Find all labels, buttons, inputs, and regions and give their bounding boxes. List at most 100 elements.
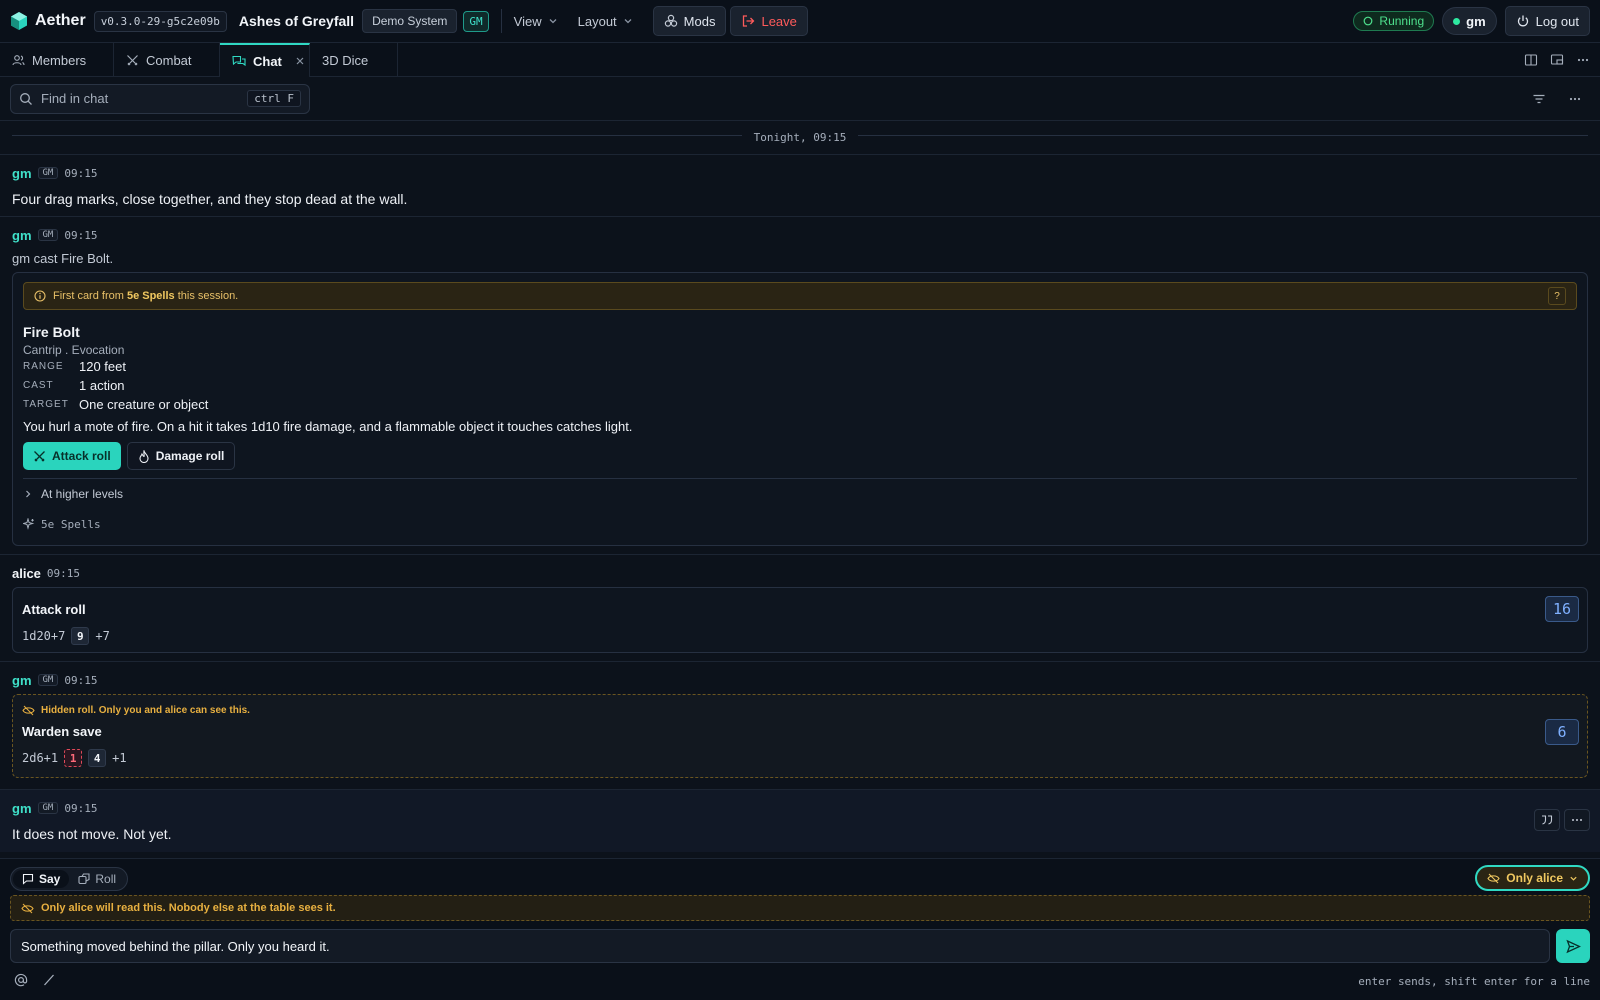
spell-card: First card from 5e Spells this session. … (12, 272, 1588, 546)
status-badge: Running (1353, 11, 1435, 31)
spell-description: You hurl a mote of fire. On a hit it tak… (23, 419, 633, 434)
damage-roll-label: Damage roll (155, 449, 225, 463)
prop-value: 120 feet (79, 359, 126, 374)
message-author[interactable]: alice (12, 566, 41, 581)
message-time: 09:15 (64, 801, 98, 815)
brand[interactable]: Aether (10, 11, 86, 31)
message-text: gm cast Fire Bolt. (12, 251, 114, 266)
prop-key: CAST (23, 380, 54, 391)
search-shortcut: ctrl F (247, 90, 301, 107)
formula-text: 2d6+1 (22, 751, 59, 765)
chevron-down-icon (548, 16, 558, 26)
user-name: gm (1466, 13, 1486, 29)
system-badge: Demo System (362, 9, 458, 33)
prop-value: One creature or object (79, 397, 209, 412)
chat-log[interactable]: Tonight, 09:15 gm GM 09:15 Four drag mar… (0, 121, 1600, 858)
eye-off-icon (21, 903, 34, 914)
composer-hint: enter sends, shift enter for a line (1358, 975, 1590, 988)
user-menu[interactable]: gm (1442, 7, 1497, 35)
tab-chat[interactable]: Chat (220, 43, 310, 77)
tab-label: Members (32, 52, 87, 68)
tab-members[interactable]: Members (0, 43, 114, 77)
power-icon (1516, 14, 1530, 28)
send-icon (1565, 939, 1581, 954)
leave-button[interactable]: Leave (730, 6, 808, 36)
hidden-roll-text: Hidden roll. Only you and alice can see … (41, 705, 250, 716)
roll-title: Warden save (22, 724, 102, 739)
damage-roll-button[interactable]: Damage roll (126, 442, 236, 470)
send-button[interactable] (1556, 929, 1590, 963)
role-badge: GM (37, 229, 59, 241)
swords-icon (33, 450, 46, 463)
first-card-notice: First card from 5e Spells this session. … (23, 282, 1577, 310)
mods-label: Mods (683, 13, 716, 29)
hidden-roll-note: Hidden roll. Only you and alice can see … (22, 705, 1579, 716)
say-mode-button[interactable]: Say (13, 870, 70, 888)
help-button[interactable]: ? (1548, 287, 1566, 305)
search-row: ctrl F (0, 77, 1600, 121)
message-author[interactable]: gm (12, 673, 32, 688)
more-icon[interactable] (1568, 92, 1582, 106)
attack-roll-label: Attack roll (52, 449, 111, 463)
quote-icon[interactable] (1534, 809, 1560, 831)
message-input[interactable] (10, 929, 1550, 963)
filter-icon[interactable] (1532, 92, 1546, 106)
role-badge: GM (37, 802, 59, 814)
higher-levels-toggle[interactable]: At higher levels (23, 481, 1577, 507)
eye-off-icon (1487, 873, 1500, 884)
message-text: Four drag marks, close together, and the… (12, 191, 408, 207)
mention-icon[interactable] (14, 973, 28, 987)
leave-label: Leave (761, 13, 797, 29)
split-view-icon[interactable] (1524, 53, 1538, 67)
tab-label: Combat (146, 52, 192, 68)
prop-key: TARGET (23, 399, 69, 410)
recipient-select[interactable]: Only alice (1475, 865, 1590, 891)
slash-command-icon[interactable] (42, 973, 56, 987)
die-result-low: 1 (64, 749, 83, 767)
private-message-note: Only alice will read this. Nobody else a… (10, 895, 1590, 921)
swords-icon (126, 54, 139, 67)
spell-kind: Cantrip . Evocation (23, 343, 125, 357)
tab-3d-dice[interactable]: 3D Dice (310, 43, 398, 77)
logout-button[interactable]: Log out (1504, 6, 1590, 36)
message-author[interactable]: gm (12, 166, 32, 181)
message-author[interactable]: gm (12, 801, 32, 816)
notice-prefix: First card from (53, 290, 127, 302)
sparkle-icon (23, 518, 35, 530)
message-text: It does not move. Not yet. (12, 826, 172, 842)
tab-actions (1524, 43, 1600, 76)
search-input[interactable] (41, 91, 240, 106)
popout-icon[interactable] (1550, 53, 1564, 67)
dice-icon (78, 873, 90, 885)
formula-text: 1d20+7 (22, 629, 66, 643)
search-icon (19, 92, 33, 106)
more-icon[interactable] (1564, 809, 1590, 831)
notice-suffix: this session. (174, 290, 239, 302)
tab-combat[interactable]: Combat (114, 43, 220, 77)
say-label: Say (39, 872, 61, 886)
message-header: gm GM 09:15 (12, 165, 1588, 181)
attack-roll-button[interactable]: Attack roll (23, 442, 121, 470)
roll-formula: 1d20+7 9 +7 (22, 627, 1579, 645)
flame-icon (138, 449, 150, 463)
aether-logo-icon (10, 11, 28, 31)
message-header: gm GM 09:15 (12, 800, 1588, 816)
spell-prop-cast: CAST 1 action (23, 376, 1577, 395)
die-result: 9 (71, 627, 90, 645)
roll-mode-button[interactable]: Roll (69, 870, 125, 888)
close-tab-icon[interactable] (295, 56, 305, 66)
message-header: gm GM 09:15 (12, 227, 1588, 243)
mods-button[interactable]: Mods (652, 6, 727, 36)
logout-label: Log out (1535, 13, 1579, 29)
chat-message: gm GM 09:15 Four drag marks, close toget… (0, 155, 1600, 217)
layout-menu-label: Layout (577, 13, 617, 29)
app-name: Aether (35, 12, 86, 29)
more-icon[interactable] (1576, 53, 1590, 67)
leave-icon (741, 14, 755, 28)
search-box: ctrl F (10, 83, 310, 114)
message-author[interactable]: gm (12, 228, 32, 243)
mods-icon (664, 14, 678, 28)
top-right-controls: Running gm Log out (1353, 6, 1590, 36)
layout-menu[interactable]: Layout (578, 14, 633, 29)
view-menu[interactable]: View (514, 14, 558, 29)
